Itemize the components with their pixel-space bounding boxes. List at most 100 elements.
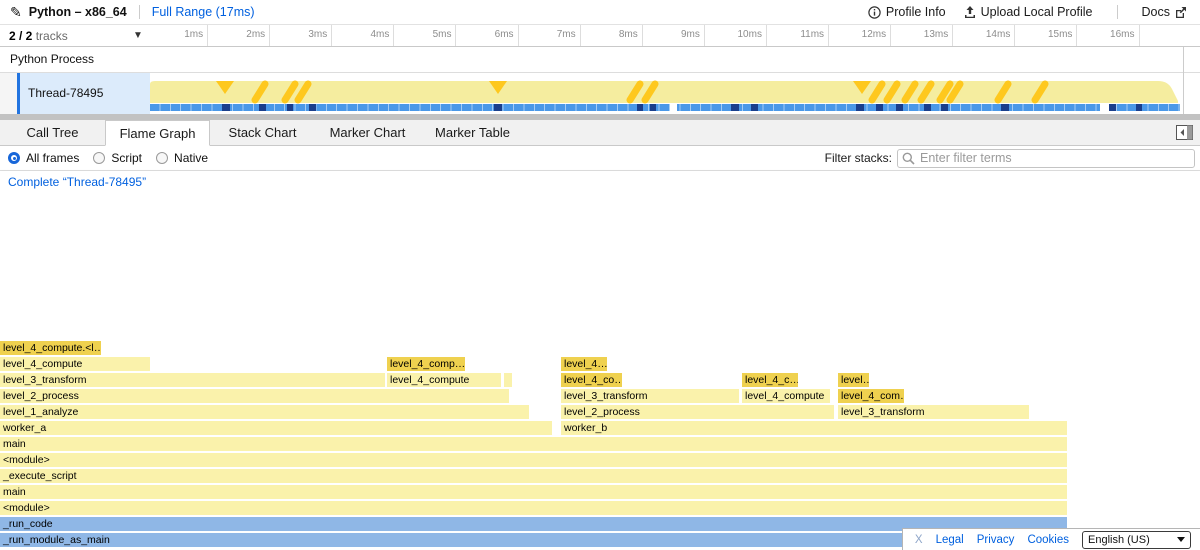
radio-label: Native [174,151,208,165]
flame-block[interactable]: level_3_transform [561,389,740,403]
sample-marker [259,104,266,111]
flame-block[interactable]: level_4_compute [0,357,151,371]
ruler-tick-label: 16ms [1077,25,1139,46]
footer-bar: X Legal Privacy Cookies English (US) [902,528,1200,550]
flame-block[interactable]: level_1_analyze [0,405,530,419]
ruler-tick-label: 6ms [456,25,518,46]
radio-script[interactable]: Script [93,151,142,165]
flame-block[interactable]: level… [838,373,870,387]
tracks-count[interactable]: 2 / 2 tracks [9,29,68,43]
frame-filter-radios: All frames Script Native [8,151,208,165]
flame-block[interactable]: level_3_transform [0,373,386,387]
flame-block[interactable]: level_4_c… [742,373,799,387]
flame-block[interactable]: _execute_script [0,469,1068,483]
flame-block[interactable]: level_4_compute [742,389,831,403]
profile-info-button[interactable]: Profile Info [862,5,952,19]
tracks-dropdown-icon[interactable]: ▼ [133,30,143,41]
sample-marker [876,104,883,111]
sample-gap [670,104,677,111]
radio-label: All frames [26,151,79,165]
full-range-link[interactable]: Full Range (17ms) [152,5,255,19]
ruler-tick-label: 9ms [643,25,705,46]
process-track-header[interactable]: Python Process [0,47,1200,73]
flame-block[interactable]: level_4_comp… [387,357,466,371]
radio-all-frames[interactable]: All frames [8,151,79,165]
divider [1117,5,1118,19]
tab-marker-chart[interactable]: Marker Chart [315,120,420,146]
tab-call-tree[interactable]: Call Tree [0,120,105,146]
ruler-tick-label: 1ms [150,25,208,46]
thread-track-canvas[interactable] [150,73,1183,114]
ruler-tick-label: 13ms [891,25,953,46]
radio-circle [93,152,105,164]
radio-dot [13,157,16,160]
sample-marker [222,104,230,111]
flame-block[interactable]: level_4_com… [838,389,905,403]
flame-block[interactable]: worker_b [561,421,1068,435]
tab-flame-graph[interactable]: Flame Graph [105,120,210,146]
sidebar-toggle-button[interactable] [1176,125,1193,145]
edit-profile-name-icon[interactable]: ✎ [10,5,22,19]
filter-stacks-input[interactable] [897,149,1195,168]
external-link-icon [1175,7,1186,18]
footer-link-x[interactable]: X [915,534,923,546]
flame-block[interactable] [504,373,513,387]
flame-block[interactable]: main [0,485,1068,499]
chevron-down-icon [1177,537,1185,542]
flame-block[interactable]: <module> [0,453,1068,467]
ruler-tick-label: 14ms [953,25,1015,46]
ruler-tick-label: 11ms [767,25,829,46]
language-select[interactable]: English (US) [1082,531,1191,549]
ruler-tick-label: 3ms [270,25,332,46]
flame-block[interactable]: main [0,437,1068,451]
thread-track-label[interactable]: Thread-78495 [20,73,150,114]
footer-links: X Legal Privacy Cookies [915,534,1069,546]
sample-marker [637,104,643,111]
ruler-tick-label: 12ms [829,25,891,46]
flame-block[interactable]: level_4… [561,357,608,371]
docs-link[interactable]: Docs [1136,5,1192,19]
profiler-window: ✎ Python – x86_64 Full Range (17ms) Prof… [0,0,1200,550]
sample-marker [650,104,656,111]
footer-link-privacy[interactable]: Privacy [977,534,1015,546]
breadcrumb-complete-thread[interactable]: Complete “Thread-78495” [8,175,146,189]
radio-label: Script [111,151,142,165]
footer-link-cookies[interactable]: Cookies [1027,534,1069,546]
flame-graph-canvas[interactable]: level_4_compute.<l…level_4_computelevel_… [0,195,1200,550]
flame-block[interactable]: level_4_compute.<l… [0,341,102,355]
sample-marker [494,104,502,111]
breadcrumb: Complete “Thread-78495” [0,171,1200,195]
upload-local-profile-button[interactable]: Upload Local Profile [958,5,1099,19]
viewport-border [1183,47,1184,114]
thread-track-row: Thread-78495 [0,73,1200,114]
tab-bar-filler [525,120,1200,146]
sample-marker [1136,104,1142,111]
upload-icon [964,6,976,19]
flame-block[interactable]: <module> [0,501,1068,515]
filter-bar: All framesScriptNative Filter stacks: [0,146,1200,171]
search-icon [902,152,915,165]
tab-marker-table[interactable]: Marker Table [420,120,525,146]
sidebar-toggle-icon [1176,125,1193,140]
flame-block[interactable]: level_2_process [561,405,835,419]
ruler-tick-label: 7ms [519,25,581,46]
sample-marker [287,104,293,111]
radio-native[interactable]: Native [156,151,208,165]
sample-marker [1001,104,1009,111]
flame-block[interactable]: level_3_transform [838,405,1030,419]
sample-marker [731,104,739,111]
flame-block[interactable]: level_4_co… [561,373,623,387]
sample-marker [309,104,316,111]
ruler-tick-label: 10ms [705,25,767,46]
ruler-tick-label: 4ms [332,25,394,46]
footer-link-legal[interactable]: Legal [936,534,964,546]
tab-stack-chart[interactable]: Stack Chart [210,120,315,146]
timeline-ruler[interactable]: 1ms2ms3ms4ms5ms6ms7ms8ms9ms10ms11ms12ms1… [150,25,1140,46]
profile-name[interactable]: Python – x86_64 [29,5,127,19]
flame-block[interactable]: level_2_process [0,389,510,403]
sample-marker [856,104,864,111]
flame-block[interactable]: worker_a [0,421,553,435]
sample-marker [941,104,948,111]
sample-gap [1100,104,1109,111]
flame-block[interactable]: level_4_compute [387,373,502,387]
